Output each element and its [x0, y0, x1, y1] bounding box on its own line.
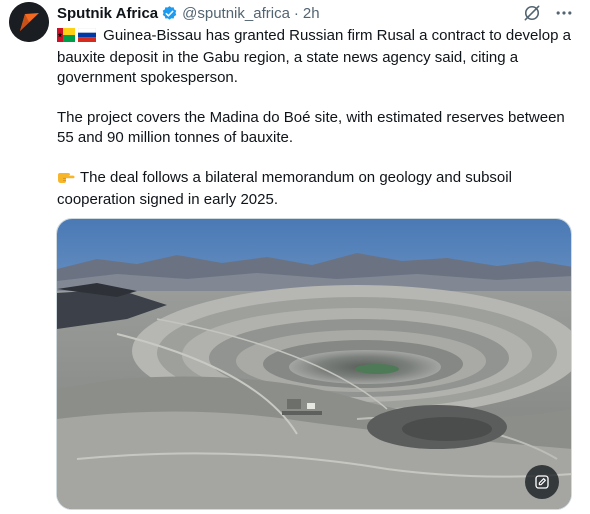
guinea-bissau-flag-icon: [57, 28, 75, 48]
more-dots-icon[interactable]: [554, 3, 574, 23]
tweet-paragraph-2: The project covers the Madina do Boé sit…: [57, 109, 565, 146]
verified-badge-icon: [161, 5, 178, 22]
sputnik-logo-icon: [9, 2, 49, 42]
tweet-photo-mine[interactable]: [56, 218, 572, 510]
slashed-circle-icon[interactable]: [522, 3, 542, 23]
tweet-paragraph-1: Guinea-Bissau has granted Russian firm R…: [57, 27, 571, 86]
tweet-paragraph: Guinea-Bissau has granted Russian firm R…: [57, 26, 577, 88]
tweet-actions-top: [522, 3, 574, 23]
tweet-paragraph-3: The deal follows a bilateral memorandum …: [57, 169, 512, 208]
author-handle[interactable]: @sputnik_africa: [182, 5, 290, 22]
timestamp[interactable]: 2h: [303, 5, 320, 22]
open-pit-mine-image: [57, 219, 571, 509]
author-name[interactable]: Sputnik Africa: [57, 5, 158, 22]
tweet-paragraph: The deal follows a bilateral memorandum …: [57, 168, 577, 210]
russia-flag-icon: [77, 27, 97, 48]
edit-image-icon[interactable]: [525, 465, 559, 499]
tweet-header: Sputnik Africa @sputnik_africa · 2h: [57, 3, 530, 23]
tweet: Sputnik Africa @sputnik_africa · 2h Guin…: [0, 0, 590, 514]
pointing-hand-icon: [57, 168, 75, 190]
tweet-text: Guinea-Bissau has granted Russian firm R…: [57, 26, 577, 230]
avatar[interactable]: [9, 2, 49, 42]
separator: ·: [293, 4, 299, 22]
